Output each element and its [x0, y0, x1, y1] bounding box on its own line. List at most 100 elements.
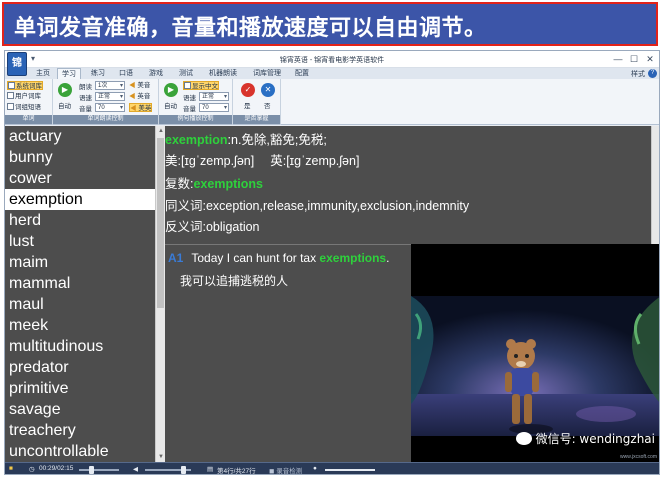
synonyms-label: 同义词: [165, 199, 206, 213]
list-item[interactable]: maim [5, 252, 155, 273]
uk-ipa[interactable]: [ɪɡˈzemp.ʃən] [286, 154, 359, 168]
list-item[interactable]: primitive [5, 378, 155, 399]
mastered-yes-label: 是 [244, 103, 251, 110]
record-check[interactable]: ◼ 录音检测 [269, 465, 302, 474]
show-chinese-toggle[interactable]: 显示中文 [183, 81, 219, 90]
window-title: 锦宵英语 - 锦宵看电影学英语软件 [279, 57, 385, 64]
list-item[interactable]: treachery [5, 420, 155, 441]
screenshot-root: 单词发音准确，音量和播放速度可以自由调节。 ▾ 锦宵英语 - 锦宵看电影学英语软… [0, 0, 661, 477]
user-lexicon-option[interactable]: 用户词库 [7, 92, 41, 101]
example-number: A1 [168, 251, 184, 265]
us-ipa[interactable]: [ɪɡˈzemp.ʃən] [181, 154, 254, 168]
system-lexicon-option[interactable]: 系统词库 [7, 81, 43, 90]
list-item[interactable]: multitudinous [5, 336, 155, 357]
us-label: 美: [165, 154, 181, 168]
app-logo[interactable]: 锦 [7, 52, 27, 76]
example-translation: 我可以追捕逃税的人 [180, 274, 289, 288]
playback-time: 00:29/02:15 [39, 465, 74, 472]
speaker-icon: ◀ [130, 105, 137, 112]
tab-config[interactable]: 配置 [291, 68, 313, 79]
example-highlight: exemptions [319, 251, 387, 265]
headword: exemption [165, 133, 228, 147]
word-list-scrollbar[interactable]: ▲ ▼ [155, 126, 165, 462]
mastered-yes-icon[interactable]: ✓ [241, 83, 255, 97]
help-icon[interactable]: ? [648, 69, 657, 78]
list-item[interactable]: bunny [5, 147, 155, 168]
ribbon-group-label: 单词 [5, 115, 52, 124]
watermark-text: 微信号: wendingzhai [535, 432, 655, 446]
tab-practice[interactable]: 练习 [87, 68, 109, 79]
meaning: :n.免除,豁免;免税; [227, 133, 327, 147]
app-window: ▾ 锦宵英语 - 锦宵看电影学英语软件 — ☐ ✕ 锦 主页 学习 练习 口语 … [4, 50, 660, 475]
caption-text: 单词发音准确，音量和播放速度可以自由调节。 [14, 16, 487, 41]
folder-icon[interactable]: ■ [9, 465, 13, 472]
ribbon-group-label: 例句播放控制 [159, 115, 232, 124]
speed-select[interactable]: 正常 [95, 92, 125, 101]
list-item[interactable]: predator [5, 357, 155, 378]
wechat-icon [515, 432, 532, 445]
auto-example-label: 自动 [164, 103, 177, 110]
style-menu[interactable]: 样式 [631, 69, 645, 79]
example-volume-select[interactable]: 70 [199, 103, 229, 112]
status-bar: ■ ◷ 00:29/02:15 ◀ ▤ 第4行/共27行 ◼ 录音检测 ● [5, 462, 659, 474]
list-item[interactable]: herd [5, 210, 155, 231]
us-accent-option[interactable]: ◀ 美音 [129, 81, 150, 90]
auto-play-example-icon[interactable]: ▶ [164, 83, 178, 97]
mastered-no-icon[interactable]: ✕ [261, 83, 275, 97]
tab-speaking[interactable]: 口语 [115, 68, 137, 79]
clock-icon: ◷ [29, 466, 35, 473]
close-icon[interactable]: ✕ [643, 53, 657, 65]
us-uk-accent-option[interactable]: ◀ 美英 [129, 103, 153, 112]
scrollbar-thumb[interactable] [157, 138, 164, 308]
speaker-icon: ◀ [129, 93, 136, 100]
reading-times-select[interactable]: 1次 [95, 81, 125, 90]
tab-test[interactable]: 测试 [175, 68, 197, 79]
list-item[interactable]: meek [5, 315, 155, 336]
tab-games[interactable]: 游戏 [145, 68, 167, 79]
example-volume-label: 音量 [183, 106, 196, 113]
tab-machine-reading[interactable]: 机器朗读 [205, 68, 241, 79]
example-text: Today I can hunt for tax [191, 251, 320, 265]
wechat-watermark: 微信号: wendingzhai [515, 430, 655, 447]
pronunciation-line: 美:[ɪɡˈzemp.ʃən] 英:[ɪɡˈzemp.ʃən] [165, 150, 359, 169]
list-item[interactable]: actuary [5, 126, 155, 147]
list-item[interactable]: mammal [5, 273, 155, 294]
list-item[interactable]: maul [5, 294, 155, 315]
ribbon-group-mastery: ✓ 是 ✕ 否 是否掌握 [233, 79, 281, 125]
phrase-lexicon-option[interactable]: 词组短语 [7, 103, 41, 112]
minimize-icon[interactable]: — [611, 53, 625, 65]
ribbon-group-label: 单词朗读控制 [53, 115, 158, 124]
list-item[interactable]: uncontrollable [5, 441, 155, 462]
list-item[interactable]: lust [5, 231, 155, 252]
example-text-end: . [386, 251, 390, 265]
microphone-icon[interactable]: ● [313, 465, 317, 472]
title-bar: ▾ 锦宵英语 - 锦宵看电影学英语软件 — ☐ ✕ [5, 51, 659, 68]
plural-form: exemptions [193, 177, 263, 191]
video-player[interactable]: 微信号: wendingzhai www.jxcsoft.com [411, 244, 659, 462]
example-speed-label: 语速 [183, 95, 196, 102]
playback-progress-knob[interactable] [89, 466, 94, 474]
ribbon-group-lexicon: 系统词库 用户词库 词组短语 单词 [5, 79, 53, 125]
volume-select[interactable]: 70 [95, 103, 125, 112]
list-item[interactable]: cower [5, 168, 155, 189]
volume-knob[interactable] [181, 466, 186, 474]
auto-play-icon[interactable]: ▶ [58, 83, 72, 97]
ribbon-group-word-reading: ▶ 自动 朗读 1次 语速 正常 音量 70 ◀ 美音 ◀ 英音 ◀ 美英 单词… [53, 79, 159, 125]
definition-scrollbar[interactable] [651, 126, 659, 244]
tab-home[interactable]: 主页 [32, 68, 54, 79]
uk-accent-option[interactable]: ◀ 英音 [129, 92, 150, 101]
playback-progress-track[interactable] [79, 469, 119, 471]
tab-study[interactable]: 学习 [57, 68, 81, 79]
tab-lexicon-manage[interactable]: 词库管理 [249, 68, 285, 79]
antonyms-line: 反义词:obligation [165, 216, 260, 235]
example-speed-select[interactable]: 正常 [199, 92, 229, 101]
antonyms: obligation [205, 220, 260, 234]
ribbon-group-example-playback: ▶ 自动 显示中文 语速 正常 音量 70 例句播放控制 [159, 79, 233, 125]
volume-icon[interactable]: ◀ [133, 465, 138, 473]
volume-label: 音量 [79, 106, 92, 113]
maximize-icon[interactable]: ☐ [627, 53, 641, 65]
record-level-track [325, 469, 375, 471]
list-item-selected[interactable]: exemption [5, 189, 155, 210]
example-sentence[interactable]: A1 Today I can hunt for tax exemptions. [168, 251, 389, 265]
list-item[interactable]: savage [5, 399, 155, 420]
